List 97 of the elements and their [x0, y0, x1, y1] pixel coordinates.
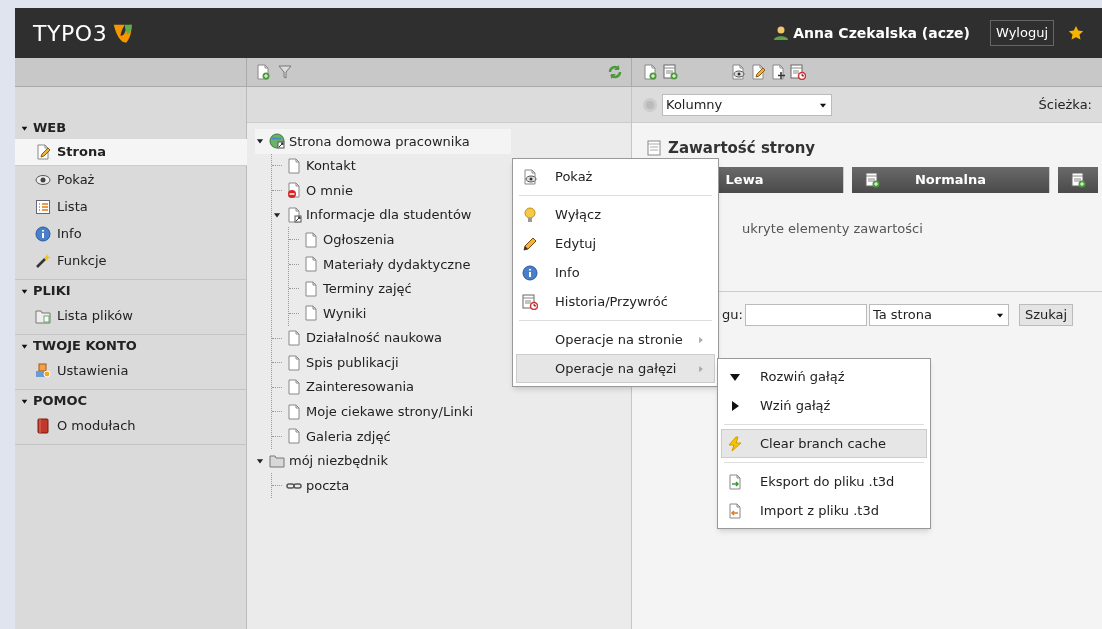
user-icon: [773, 25, 790, 41]
pencil-icon: [522, 235, 538, 252]
tree-node[interactable]: Spis publikacji: [272, 350, 401, 375]
tree-node[interactable]: Zainteresowania: [272, 374, 417, 400]
shortcut-page-icon: [286, 207, 302, 224]
module-item[interactable]: Strona: [15, 139, 247, 166]
page-icon: [303, 256, 319, 273]
book-icon: [35, 417, 51, 434]
tree-node[interactable]: Ogłoszenia: [289, 227, 397, 252]
preview-icon: [522, 168, 538, 185]
folder-icon: [269, 453, 285, 469]
menu-item[interactable]: Info: [516, 258, 715, 287]
page-icon: [286, 157, 302, 174]
new-record-icon[interactable]: [1070, 172, 1086, 188]
tree-node[interactable]: Moje ciekawe strony/Linki: [272, 399, 476, 425]
menu-item[interactable]: Historia/Przywróć: [516, 287, 715, 316]
new-page-icon[interactable]: [255, 64, 271, 80]
view-select[interactable]: Kolumny: [662, 93, 832, 116]
path-label: Ścieżka:: [1038, 95, 1092, 114]
group-title: WEB: [33, 119, 67, 138]
module-item[interactable]: Lista: [15, 193, 246, 220]
menu-item[interactable]: Wyłącz: [516, 200, 715, 229]
star-icon[interactable]: [1068, 25, 1084, 41]
hidden-page-icon: [286, 182, 302, 199]
logout-button[interactable]: Wyloguj: [990, 20, 1054, 46]
tree-node[interactable]: Działalność naukowa: [272, 325, 444, 351]
module-item[interactable]: Funkcje: [15, 247, 246, 274]
info-icon: [522, 264, 538, 281]
menu-item[interactable]: Wziń gałąź: [721, 391, 927, 420]
tree-node[interactable]: mój niezbędnik: [255, 448, 390, 474]
search-button[interactable]: Szukaj: [1018, 304, 1074, 326]
menu-item[interactable]: Import z pliku .t3d: [721, 496, 927, 525]
tree-node[interactable]: Informacje dla studentów: [272, 202, 474, 228]
tree-node[interactable]: Kontakt: [272, 153, 358, 179]
module-item[interactable]: Pokaż: [15, 166, 246, 193]
group-title: TWOJE KONTO: [33, 337, 137, 356]
export-icon: [727, 473, 743, 490]
module-group-header[interactable]: POMOC: [15, 390, 246, 412]
help-icon: [642, 96, 658, 113]
page-icon: [303, 280, 319, 297]
tree-node[interactable]: Strona domowa pracownika: [255, 129, 511, 154]
new-page-icon[interactable]: [642, 64, 658, 80]
page-icon: [286, 428, 302, 445]
page-icon: [303, 231, 319, 248]
light-bulb-icon: [522, 206, 538, 223]
pencil-icon: [35, 144, 51, 160]
search-label: gu:: [722, 306, 743, 325]
tree-node[interactable]: Terminy zajęć: [289, 276, 414, 302]
import-icon: [727, 502, 743, 519]
page-icon: [286, 379, 302, 396]
menu-item[interactable]: Rozwiń gałąź: [721, 362, 927, 391]
menu-item[interactable]: Clear branch cache: [721, 429, 927, 458]
page-arrows-icon[interactable]: [770, 64, 786, 80]
module-group-header[interactable]: TWOJE KONTO: [15, 335, 246, 357]
collapse-icon[interactable]: [255, 456, 265, 466]
tree-node[interactable]: O mnie: [272, 178, 355, 203]
site-icon: [269, 133, 285, 150]
module-group-header[interactable]: WEB: [15, 117, 246, 139]
magic-wand-icon: [35, 252, 51, 269]
folder-icon: [35, 307, 51, 324]
lightning-icon: [727, 435, 743, 452]
history-icon[interactable]: [790, 64, 806, 80]
preview-icon[interactable]: [730, 64, 746, 80]
tree-node[interactable]: Materiały dydaktyczne: [289, 251, 473, 277]
group-title: POMOC: [33, 392, 88, 411]
menu-item[interactable]: Edytuj: [516, 229, 715, 258]
page-icon: [286, 403, 302, 420]
menu-item[interactable]: Operacje na gałęzi: [516, 354, 715, 383]
module-item[interactable]: Ustawienia: [15, 357, 246, 384]
info-icon: [35, 225, 51, 242]
module-item[interactable]: O modułach: [15, 412, 246, 439]
module-item[interactable]: Info: [15, 220, 246, 247]
hidden-elements-label: ukryte elementy zawartości: [742, 221, 923, 236]
history-icon: [522, 293, 538, 310]
search-field[interactable]: [744, 304, 867, 326]
list-icon: [35, 198, 51, 215]
module-item[interactable]: Lista plików: [15, 302, 246, 329]
page-icon: [286, 330, 302, 347]
pencil-icon[interactable]: [750, 64, 766, 80]
column-header: Normalna: [852, 167, 1050, 193]
tree-node[interactable]: poczta: [272, 473, 352, 498]
group-title: PLIKI: [33, 282, 71, 301]
module-group-header[interactable]: PLIKI: [15, 280, 246, 302]
scope-select[interactable]: Ta strona: [868, 304, 1009, 326]
tree-node[interactable]: Galeria zdjęć: [272, 424, 393, 449]
new-record-icon[interactable]: [864, 172, 880, 188]
tree-node[interactable]: Wyniki: [289, 301, 369, 326]
page-icon: [286, 354, 302, 371]
logo-text: TYPO3: [33, 19, 108, 48]
new-record-icon[interactable]: [662, 64, 678, 80]
user-settings-icon: [35, 362, 51, 379]
page-icon: [646, 140, 662, 156]
menu-item[interactable]: Operacje na stronie: [516, 325, 715, 354]
page-icon: [303, 305, 319, 322]
menu-item[interactable]: Eksport do pliku .t3d: [721, 467, 927, 496]
page-title: Zawartość strony: [668, 137, 816, 159]
user-name: Anna Czekalska (acze): [793, 23, 970, 43]
